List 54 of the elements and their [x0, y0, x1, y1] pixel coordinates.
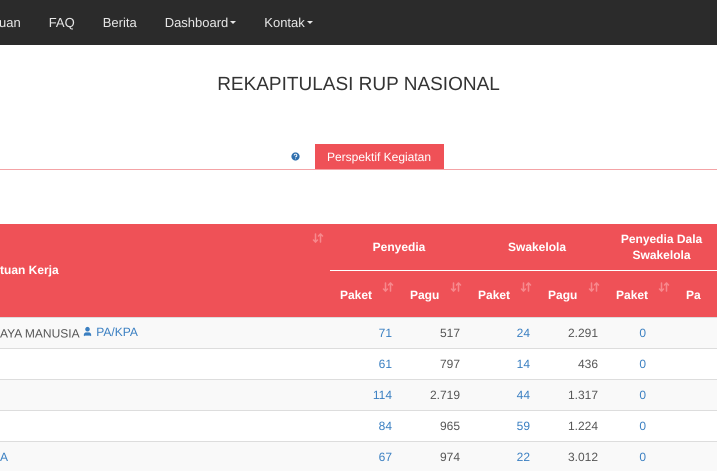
- sort-icon[interactable]: [520, 280, 532, 292]
- package-count-link[interactable]: 84: [330, 410, 400, 441]
- column-header[interactable]: tuan Kerja: [0, 224, 330, 317]
- tab[interactable]: Perspektif Kegiatan: [314, 144, 444, 169]
- package-count-link[interactable]: 0: [606, 410, 676, 441]
- package-count-link[interactable]: 0: [606, 317, 676, 348]
- sort-icon[interactable]: [312, 232, 324, 244]
- sort-icon[interactable]: [658, 280, 670, 292]
- user-icon: [82, 326, 94, 338]
- nav-link[interactable]: Dashboard: [150, 12, 250, 32]
- table-cell: 797: [400, 348, 468, 379]
- table-cell: 974: [400, 441, 468, 471]
- package-count-link[interactable]: 0: [606, 379, 676, 410]
- column-header[interactable]: Pa: [676, 270, 717, 317]
- column-header[interactable]: Paket: [606, 270, 676, 317]
- table-cell: 965: [400, 410, 468, 441]
- package-count-link[interactable]: 44: [468, 379, 538, 410]
- nav-link[interactable]: uan: [0, 12, 35, 32]
- package-count-link[interactable]: 24: [468, 317, 538, 348]
- table-cell: 517: [400, 317, 468, 348]
- help-icon[interactable]: [290, 151, 300, 162]
- package-count-link[interactable]: 0: [606, 348, 676, 379]
- table-cell: 2.719: [400, 379, 468, 410]
- role-link[interactable]: PA/KPA: [82, 322, 138, 341]
- package-count-link[interactable]: 14: [468, 348, 538, 379]
- column-header[interactable]: Paket: [468, 270, 538, 317]
- table-cell: 436: [538, 348, 606, 379]
- nav-link[interactable]: FAQ: [34, 12, 89, 32]
- unit-name: AYA MANUSIA: [0, 326, 80, 340]
- table-cell: 3.012: [538, 441, 606, 471]
- column-group-header: Penyedia: [330, 224, 468, 270]
- package-count-link[interactable]: 71: [330, 317, 400, 348]
- package-count-link[interactable]: 59: [468, 410, 538, 441]
- package-count-link[interactable]: 0: [606, 441, 676, 471]
- nav-link[interactable]: Kontak: [250, 12, 327, 32]
- package-count-link[interactable]: 61: [330, 348, 400, 379]
- sort-icon[interactable]: [588, 280, 600, 292]
- column-group-header: Swakelola: [468, 224, 606, 270]
- column-group-header: Penyedia Dala Swakelola: [606, 224, 717, 270]
- unit-link[interactable]: A: [0, 450, 8, 464]
- column-header[interactable]: Pagu: [400, 270, 468, 317]
- table-cell: 1.224: [538, 410, 606, 441]
- sort-icon[interactable]: [382, 280, 394, 292]
- column-header[interactable]: Pagu: [538, 270, 606, 317]
- sort-icon[interactable]: [450, 280, 462, 292]
- table-cell: 1.317: [538, 379, 606, 410]
- table-cell: 2.291: [538, 317, 606, 348]
- package-count-link[interactable]: 67: [330, 441, 400, 471]
- column-label: tuan Kerja: [0, 262, 59, 280]
- package-count-link[interactable]: 22: [468, 441, 538, 471]
- package-count-link[interactable]: 114: [330, 379, 400, 410]
- column-header[interactable]: Paket: [330, 270, 400, 317]
- page-title: REKAPITULASI RUP NASIONAL: [217, 72, 500, 97]
- nav-link[interactable]: Berita: [88, 12, 151, 32]
